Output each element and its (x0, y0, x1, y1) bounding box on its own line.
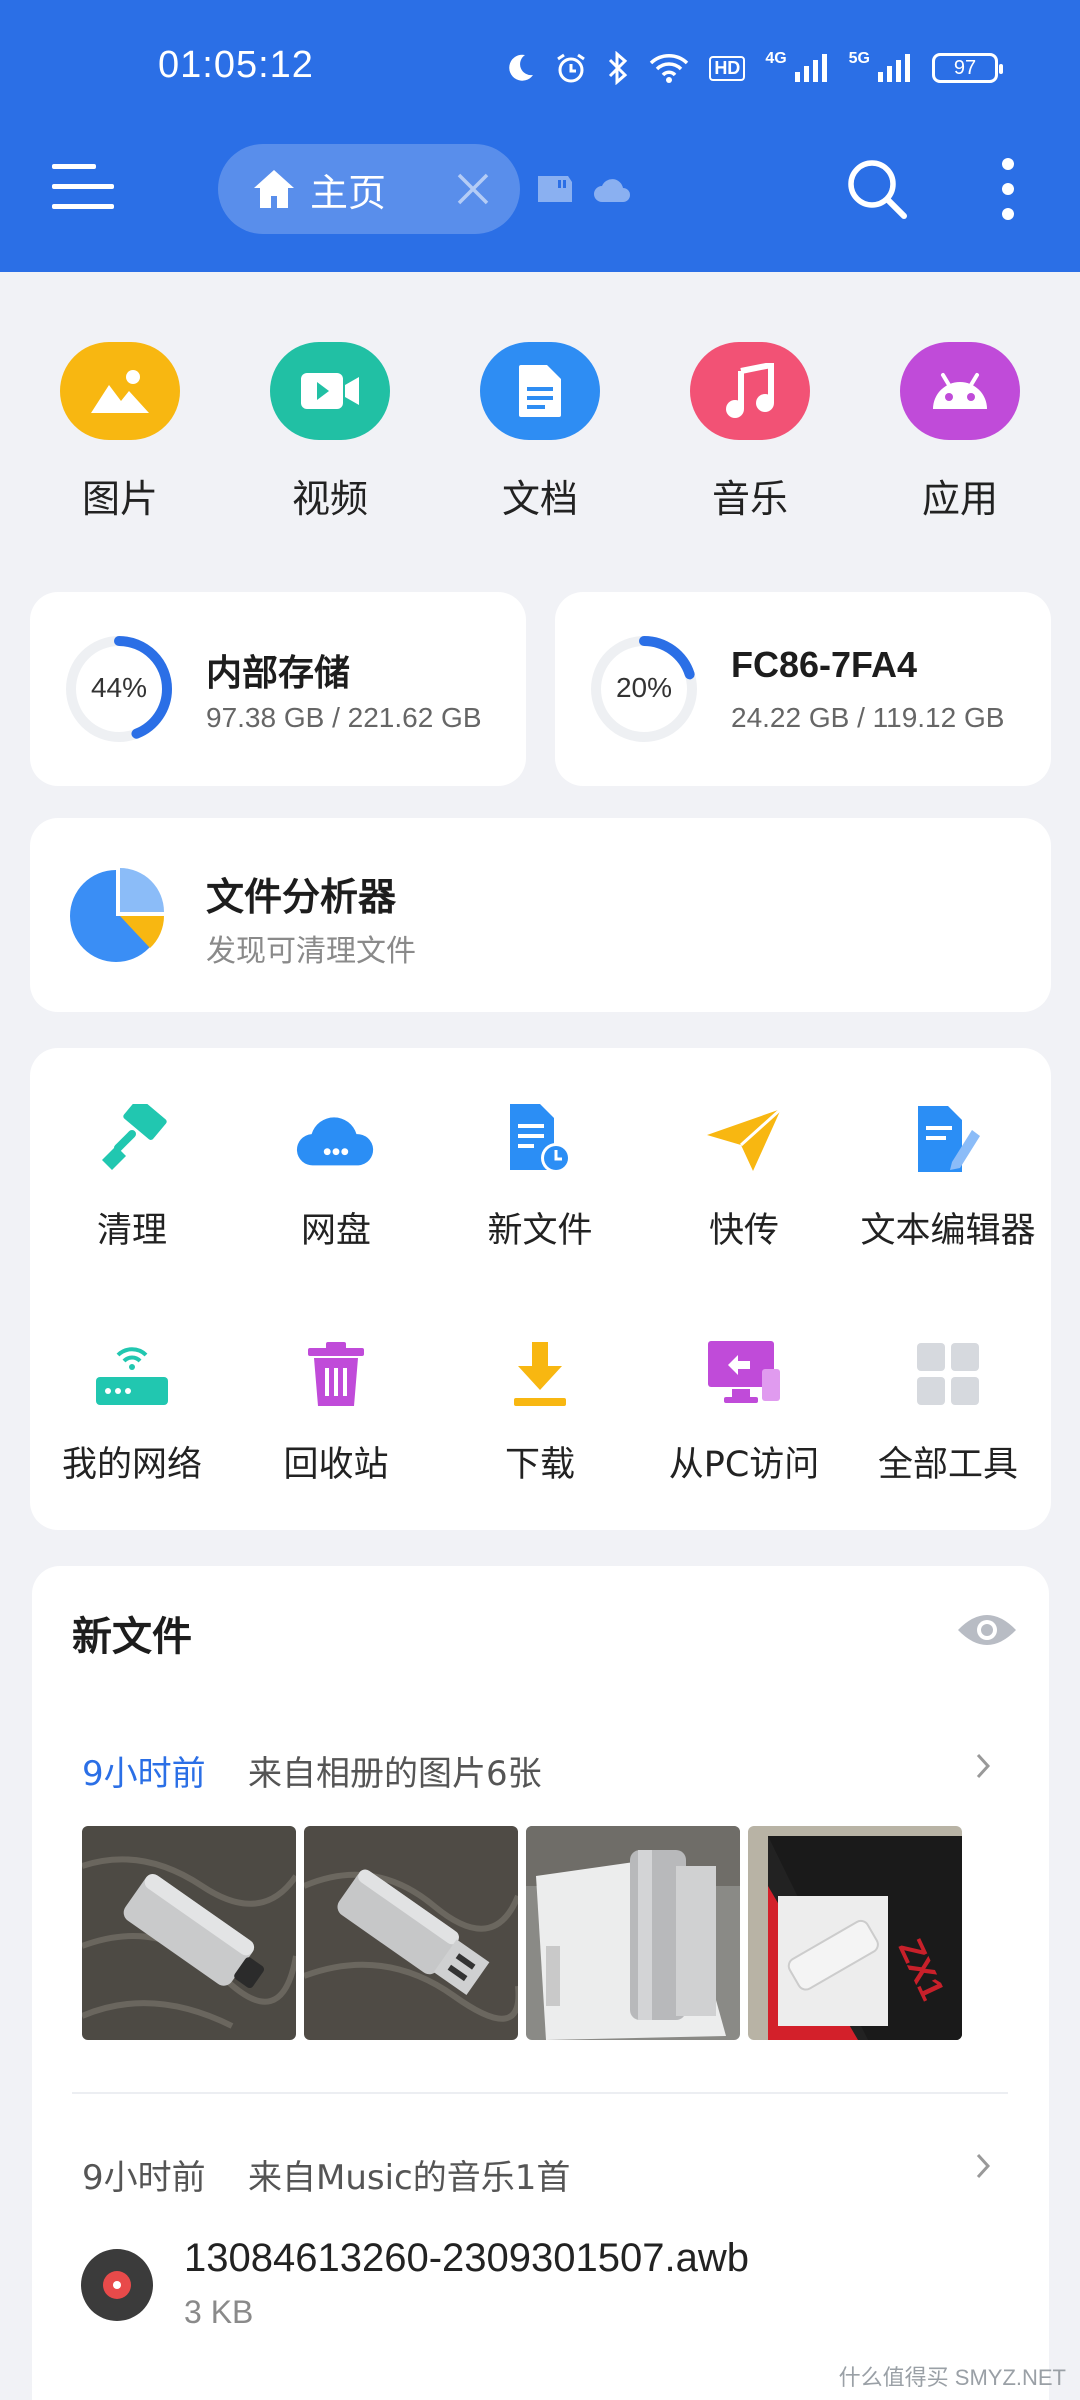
new-file-icon (500, 1100, 580, 1180)
status-icons: HD 4G 5G 97 (507, 48, 1003, 88)
android-icon (900, 342, 1020, 440)
file-analyzer-title: 文件分析器 (206, 875, 397, 919)
home-tab-label: 主页 (310, 170, 387, 215)
search-icon[interactable] (846, 158, 908, 220)
internal-storage-percent: 44% (90, 672, 148, 703)
tool-my-network[interactable]: 我的网络 (32, 1334, 232, 1487)
category-documents[interactable]: 文档 (460, 330, 620, 523)
all-tools-icon (908, 1334, 988, 1414)
alarm-icon (557, 53, 586, 83)
cloud-drive-icon (296, 1100, 376, 1180)
recent-file-name[interactable]: 13084613260-2309301507.awb (184, 2236, 749, 2281)
video-icon (270, 342, 390, 440)
chevron-right-icon[interactable] (975, 1752, 991, 1780)
text-editor-icon (908, 1100, 988, 1180)
signal-label-4g: 4G (765, 50, 787, 67)
internal-storage-name: 内部存储 (206, 653, 351, 694)
eye-icon[interactable] (956, 1610, 1018, 1650)
category-label: 文档 (501, 477, 578, 521)
external-storage-usage: 24.22 GB / 119.12 GB (731, 702, 1005, 733)
tool-pc-access[interactable]: 从PC访问 (644, 1334, 844, 1487)
tool-label: 清理 (96, 1211, 167, 1251)
recent-files-title: 新文件 (72, 1614, 192, 1660)
moon-icon (509, 54, 534, 81)
tool-recycle-bin[interactable]: 回收站 (236, 1334, 436, 1487)
external-storage-name: FC86-7FA4 (731, 644, 918, 685)
photo-thumbnail[interactable]: ZX1 (748, 1826, 962, 2040)
paper-plane-icon (704, 1100, 784, 1180)
tool-quick-send[interactable]: 快传 (644, 1100, 844, 1253)
file-analyzer-card[interactable] (30, 818, 1051, 1012)
cloud-icon[interactable] (592, 174, 632, 204)
category-row: 图片 视频 文档 音乐 应用 (0, 330, 1080, 530)
external-storage-percent: 20% (615, 672, 673, 703)
status-time: 01:05:12 (158, 44, 314, 86)
menu-icon[interactable] (52, 160, 114, 214)
photo-thumbnail[interactable] (304, 1826, 518, 2040)
tool-label: 我的网络 (61, 1445, 202, 1485)
tool-clean[interactable]: 清理 (32, 1100, 232, 1253)
divider (72, 2092, 1008, 2094)
category-label: 应用 (921, 477, 998, 521)
router-icon (92, 1334, 172, 1414)
category-apps[interactable]: 应用 (880, 330, 1040, 523)
category-images[interactable]: 图片 (40, 330, 200, 523)
internal-storage-card[interactable]: 44% 内部存储 97.38 GB / 221.62 GB (30, 592, 526, 786)
bluetooth-icon (609, 51, 628, 85)
tool-label: 下载 (504, 1445, 575, 1485)
category-music[interactable]: 音乐 (670, 330, 830, 523)
watermark: 什么值得买 SMYZ.NET (838, 2365, 1066, 2390)
tool-label: 文本编辑器 (860, 1211, 1036, 1251)
category-label: 图片 (81, 477, 158, 521)
recent-group-time: 9小时前 (82, 1754, 206, 1794)
recent-group-time: 9小时前 (82, 2158, 206, 2198)
category-label: 视频 (291, 477, 368, 521)
tool-text-editor[interactable]: 文本编辑器 (848, 1100, 1048, 1253)
category-label: 音乐 (711, 477, 788, 521)
tool-label: 新文件 (487, 1211, 593, 1251)
recent-file-size: 3 KB (184, 2294, 254, 2330)
category-videos[interactable]: 视频 (250, 330, 410, 523)
signal-icon (794, 54, 827, 82)
hd-badge: HD (709, 55, 746, 81)
file-analyzer-subtitle: 发现可清理文件 (206, 934, 416, 969)
battery-icon: 97 (932, 53, 1003, 83)
music-disc-icon (81, 2249, 153, 2321)
recent-group-desc[interactable]: 来自Music的音乐1首 (248, 2150, 570, 2199)
recent-group-desc[interactable]: 来自相册的图片6张 (248, 1746, 542, 1795)
tool-label: 全部工具 (877, 1445, 1018, 1485)
pie-chart-icon (70, 868, 164, 962)
wifi-icon (650, 54, 689, 83)
more-vertical-icon[interactable] (996, 156, 1020, 222)
app-header: 01:05:12 HD 4G 5G 97 主页 (0, 0, 1080, 272)
signal-label-5g: 5G (848, 50, 870, 67)
music-icon (690, 342, 810, 440)
document-icon (480, 342, 600, 440)
broom-icon (92, 1100, 172, 1180)
sd-card-icon[interactable] (534, 174, 574, 204)
photo-thumbnail[interactable] (526, 1826, 740, 2040)
image-icon (60, 342, 180, 440)
tool-label: 回收站 (283, 1445, 389, 1485)
download-icon (500, 1334, 580, 1414)
internal-storage-usage: 97.38 GB / 221.62 GB (206, 702, 482, 733)
home-icon (254, 170, 294, 208)
external-storage-card[interactable]: 20% FC86-7FA4 24.22 GB / 119.12 GB (555, 592, 1051, 786)
pc-access-icon (704, 1334, 784, 1414)
signal-icon-2 (878, 54, 910, 82)
tool-cloud-drive[interactable]: 网盘 (236, 1100, 436, 1253)
tool-label: 快传 (708, 1211, 779, 1251)
trash-icon (296, 1334, 376, 1414)
battery-level: 97 (953, 56, 977, 79)
close-icon[interactable] (456, 172, 490, 206)
tool-new-files[interactable]: 新文件 (440, 1100, 640, 1253)
tool-all-tools[interactable]: 全部工具 (848, 1334, 1048, 1487)
chevron-right-icon[interactable] (975, 2152, 991, 2180)
tool-label: 网盘 (300, 1211, 371, 1251)
tool-label: 从PC访问 (668, 1445, 820, 1485)
photo-thumbnail[interactable] (82, 1826, 296, 2040)
tool-download[interactable]: 下载 (440, 1334, 640, 1487)
home-tab[interactable]: 主页 (218, 144, 520, 234)
